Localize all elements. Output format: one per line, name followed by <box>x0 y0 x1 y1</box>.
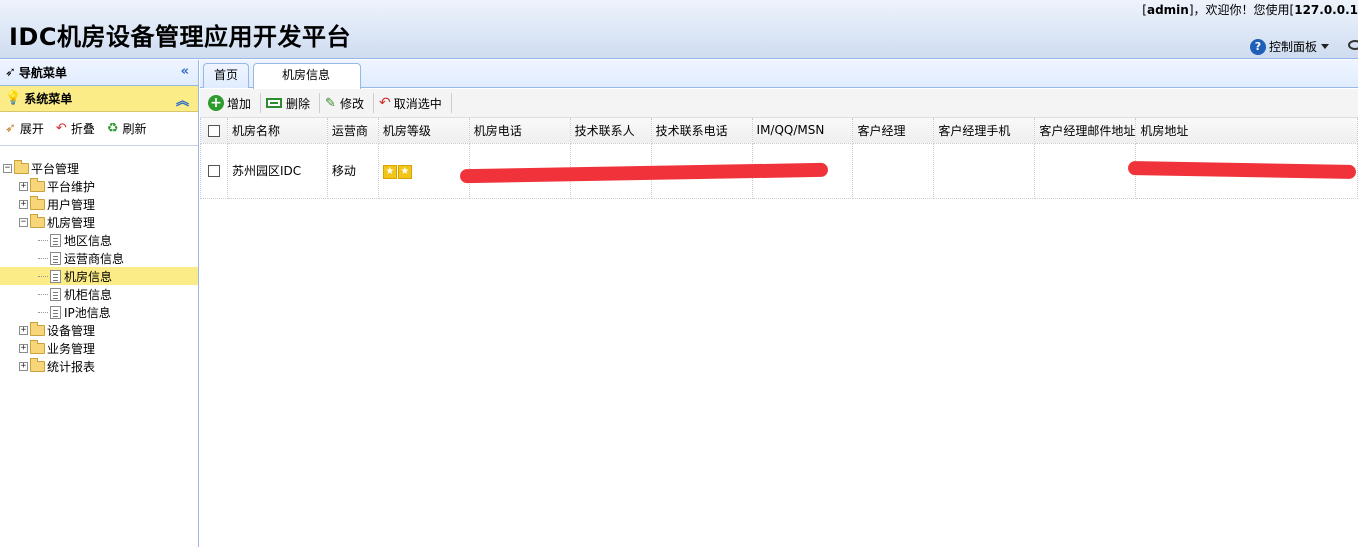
grid-toolbar: + 增加 删除 ✎ 修改 ↶ 取消选中 <box>200 89 1358 118</box>
cancel-select-button[interactable]: ↶ 取消选中 <box>377 92 448 114</box>
folder-icon <box>30 177 45 192</box>
column-header[interactable]: 技术联系人 <box>569 118 652 144</box>
room-info-grid: 机房名称 运营商 机房等级 机房电话 技术联系人 技术联系电话 IM/QQ/MS… <box>200 118 1358 199</box>
collapse-toggle-icon[interactable]: − <box>19 217 28 227</box>
remove-icon <box>266 98 283 108</box>
add-button[interactable]: + 增加 <box>206 92 257 114</box>
tree-node-user-management[interactable]: + 用户管理 <box>0 195 198 213</box>
column-header[interactable]: 客户经理邮件地址 <box>1034 118 1137 144</box>
menu-tree: − 平台管理 + 平台维护 + 用户管理 − 机房管理 地区信息 运营商信息 机… <box>0 159 198 375</box>
folder-open-icon <box>14 159 29 174</box>
column-header[interactable]: 机房等级 <box>377 118 470 144</box>
tree-leaf-carrier-info[interactable]: 运营商信息 <box>0 249 198 267</box>
control-panel-menu[interactable]: ? 控制面板 <box>1250 38 1330 55</box>
tree-node-room-management[interactable]: − 机房管理 <box>0 213 198 231</box>
welcome-text: [admin]，欢迎你！您使用[127.0.0.1 <box>1142 3 1358 17</box>
tree-tools: ➶ 展开 ↶ 折叠 ♻ 刷新 <box>0 112 198 146</box>
undo-icon: ↶ <box>55 121 67 136</box>
folder-open-icon <box>30 213 45 228</box>
tab-room-info[interactable]: 机房信息↻✕ <box>253 63 361 105</box>
folder-icon <box>30 195 45 210</box>
folder-icon <box>30 321 45 336</box>
tree-node-statistics-reports[interactable]: + 统计报表 <box>0 357 198 375</box>
cell-room-name: 苏州园区IDC <box>226 142 328 199</box>
cell-manager <box>852 142 935 199</box>
expand-toggle-icon[interactable]: + <box>19 181 28 191</box>
client-ip: 127.0.0.1 <box>1294 3 1358 17</box>
tabs-bar: 首页 机房信息↻✕ <box>200 60 1358 105</box>
select-all-checkbox-cell[interactable] <box>200 118 228 144</box>
tree-node-business-management[interactable]: + 业务管理 <box>0 339 198 357</box>
expand-toggle-icon[interactable]: + <box>19 325 28 335</box>
arrow-icon: ➶ <box>5 65 16 80</box>
grid-header-row: 机房名称 运营商 机房等级 机房电话 技术联系人 技术联系电话 IM/QQ/MS… <box>200 118 1358 144</box>
control-panel-label: 控制面板 <box>1269 40 1318 54</box>
tree-node-root[interactable]: − 平台管理 <box>0 159 198 177</box>
column-header[interactable]: 机房名称 <box>226 118 328 144</box>
tree-leaf-region-info[interactable]: 地区信息 <box>0 231 198 249</box>
help-icon: ? <box>1250 38 1266 55</box>
column-header[interactable]: 机房地址 <box>1135 118 1358 144</box>
file-icon <box>50 251 61 265</box>
folder-icon <box>30 357 45 372</box>
column-header[interactable]: 客户经理 <box>852 118 935 144</box>
collapse-button[interactable]: ↶ 折叠 <box>56 120 95 137</box>
tab-home[interactable]: 首页 <box>203 63 249 88</box>
cell-carrier: 移动 <box>326 142 379 199</box>
tree-node-device-management[interactable]: + 设备管理 <box>0 321 198 339</box>
file-icon <box>50 287 61 301</box>
nav-menu-header: ➶ 导航菜单 « <box>0 60 198 86</box>
expand-toggle-icon[interactable]: + <box>19 343 28 353</box>
system-menu-header[interactable]: 💡 系统菜单 ︽ <box>0 86 198 112</box>
cell-manager-email <box>1034 142 1137 199</box>
column-header[interactable]: 客户经理手机 <box>933 118 1036 144</box>
select-all-checkbox[interactable] <box>208 124 220 137</box>
collapse-up-icon[interactable]: ︽ <box>176 90 189 109</box>
username: admin <box>1146 3 1189 17</box>
expand-toggle-icon[interactable]: + <box>19 199 28 209</box>
cell-level: ★ ★ <box>377 142 470 199</box>
file-icon <box>50 305 61 319</box>
column-header[interactable]: IM/QQ/MSN <box>751 118 854 144</box>
row-checkbox[interactable] <box>208 165 220 177</box>
tree-node-platform-maintenance[interactable]: + 平台维护 <box>0 177 198 195</box>
tree-leaf-cabinet-info[interactable]: 机柜信息 <box>0 285 198 303</box>
row-checkbox-cell[interactable] <box>200 142 228 199</box>
folder-icon <box>30 339 45 354</box>
lightbulb-icon: 💡 <box>5 91 22 106</box>
add-icon: + <box>208 95 224 111</box>
collapse-toggle-icon[interactable]: − <box>3 163 12 173</box>
refresh-button[interactable]: ♻ 刷新 <box>107 120 147 137</box>
cell-manager-mobile <box>933 142 1036 199</box>
expand-button[interactable]: ➶ 展开 <box>5 120 44 137</box>
star-icon: ★ <box>397 164 412 179</box>
collapse-left-icon[interactable]: « <box>181 64 189 79</box>
chevron-down-icon <box>1321 44 1330 49</box>
delete-button[interactable]: 删除 <box>264 92 316 114</box>
tree-leaf-room-info[interactable]: 机房信息 <box>0 267 198 285</box>
expand-icon: ➶ <box>5 121 16 136</box>
column-header[interactable]: 技术联系电话 <box>650 118 753 144</box>
column-header[interactable]: 运营商 <box>326 118 379 144</box>
star-icon: ★ <box>382 164 397 179</box>
expand-toggle-icon[interactable]: + <box>19 361 28 371</box>
column-header[interactable]: 机房电话 <box>468 118 571 144</box>
tree-leaf-ip-pool-info[interactable]: IP池信息 <box>0 303 198 321</box>
edit-button[interactable]: ✎ 修改 <box>323 92 370 114</box>
app-header: IDC机房设备管理应用开发平台 [admin]，欢迎你！您使用[127.0.0.… <box>0 0 1358 59</box>
file-icon <box>50 269 61 283</box>
eye-icon[interactable] <box>1348 40 1358 50</box>
nav-menu-title: 导航菜单 <box>18 66 67 80</box>
undo-icon: ↶ <box>378 95 391 111</box>
pencil-icon: ✎ <box>325 95 336 111</box>
system-menu-title: 系统菜单 <box>24 92 73 106</box>
file-icon <box>50 233 61 247</box>
sidebar: ➶ 导航菜单 « 💡 系统菜单 ︽ ➶ 展开 ↶ 折叠 ♻ 刷新 − 平台管理 + 平… <box>0 60 199 547</box>
app-title: IDC机房设备管理应用开发平台 <box>9 23 351 51</box>
refresh-icon: ♻ <box>106 121 119 136</box>
